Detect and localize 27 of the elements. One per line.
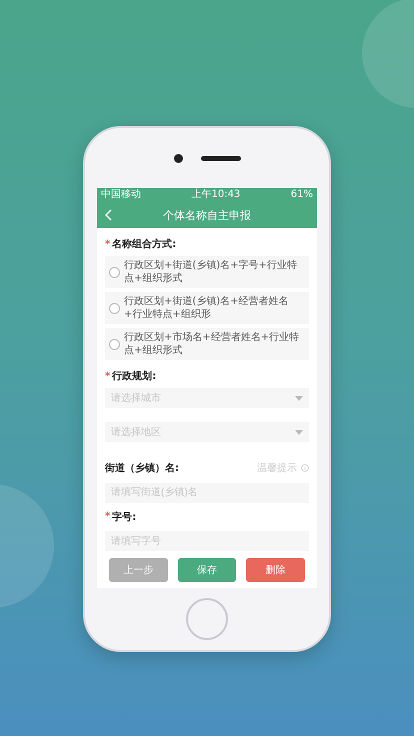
clock-text: 上午10:43 xyxy=(191,189,240,201)
field-label: 行政规划: xyxy=(112,370,156,383)
action-button[interactable]: 保存 xyxy=(178,558,236,582)
radio-button[interactable] xyxy=(109,338,120,350)
radio-option[interactable]: 行政区划+街道(乡镇)名+字号+行业特点+组织形式 xyxy=(105,256,309,288)
home-button[interactable] xyxy=(186,598,228,640)
radio-option[interactable]: 行政区划+街道(乡镇)名+经营者姓名+行业特点+组织形 xyxy=(105,292,309,324)
back-icon[interactable] xyxy=(105,209,112,221)
speaker-icon xyxy=(200,156,240,160)
camera-icon xyxy=(174,154,182,162)
action-button[interactable]: 上一步 xyxy=(109,558,168,582)
page-title: 个体名称自主申报 xyxy=(163,208,251,222)
carrier-text: 中国移动 xyxy=(101,189,141,201)
radio-button[interactable] xyxy=(109,266,120,278)
required-mark: * xyxy=(105,511,110,522)
action-button[interactable]: 删除 xyxy=(246,558,306,582)
field-label: 字号: xyxy=(112,510,136,524)
required-mark: * xyxy=(105,370,110,382)
radio-button[interactable] xyxy=(109,302,120,314)
field-label: 名称组合方式: xyxy=(112,237,176,251)
dropdown-icon xyxy=(295,430,303,434)
battery-text: 61% xyxy=(290,189,313,201)
radio-option[interactable]: 行政区划+市场名+经营者姓名+行业特点+组织形式 xyxy=(105,328,309,360)
field-label: 街道（乡镇）名: xyxy=(105,462,179,475)
info-icon[interactable] xyxy=(301,464,309,472)
dropdown-icon xyxy=(295,396,303,400)
required-mark: * xyxy=(105,238,110,250)
